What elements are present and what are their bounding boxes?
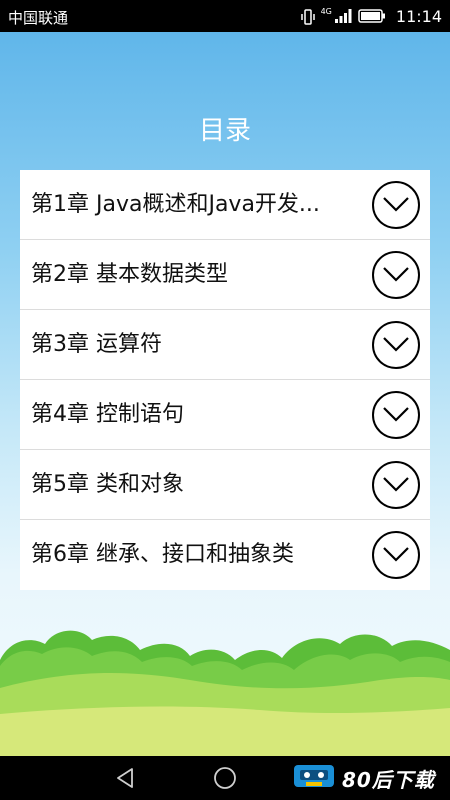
chevron-down-icon — [383, 547, 409, 562]
watermark-text: 80后下载 — [342, 767, 435, 792]
cassette-logo-icon — [292, 762, 336, 794]
watermark: 80后下载 — [292, 763, 435, 793]
status-icons: 4G 11:14 — [300, 6, 442, 26]
network-type-label: 4G — [320, 7, 332, 16]
chapter-item-5[interactable]: 第5章 类和对象 — [20, 450, 430, 520]
expand-button[interactable] — [372, 321, 420, 369]
chevron-down-icon — [383, 337, 409, 352]
chevron-down-icon — [383, 197, 409, 212]
signal-icon — [334, 8, 352, 24]
home-icon[interactable] — [213, 766, 237, 790]
chapter-item-2[interactable]: 第2章 基本数据类型 — [20, 240, 430, 310]
chapter-item-3[interactable]: 第3章 运算符 — [20, 310, 430, 380]
expand-button[interactable] — [372, 531, 420, 579]
app-content: 目录 第1章 Java概述和Java开发... 第2章 基本数据类型 第3章 运… — [0, 32, 450, 756]
chevron-down-icon — [383, 477, 409, 492]
chapter-label: 第1章 Java概述和Java开发... — [31, 192, 320, 217]
expand-button[interactable] — [372, 251, 420, 299]
chapter-label: 第3章 运算符 — [31, 332, 162, 357]
vibrate-icon — [300, 9, 315, 25]
chapter-item-4[interactable]: 第4章 控制语句 — [20, 380, 430, 450]
expand-button[interactable] — [372, 461, 420, 509]
page-title: 目录 — [198, 116, 251, 146]
back-icon[interactable] — [114, 767, 136, 789]
status-bar: 中国联通 4G 11:14 — [0, 0, 450, 32]
navigation-bar: 80后下载 — [0, 756, 450, 800]
landscape-illustration — [0, 610, 450, 756]
chapter-item-6[interactable]: 第6章 继承、接口和抽象类 — [20, 520, 430, 590]
chapter-label: 第5章 类和对象 — [31, 472, 184, 497]
chapter-list: 第1章 Java概述和Java开发... 第2章 基本数据类型 第3章 运算符 — [20, 170, 430, 590]
battery-icon — [358, 9, 386, 23]
expand-button[interactable] — [372, 181, 420, 229]
chapter-label: 第4章 控制语句 — [31, 402, 184, 427]
chapter-item-1[interactable]: 第1章 Java概述和Java开发... — [20, 170, 430, 240]
clock: 11:14 — [395, 6, 442, 26]
expand-button[interactable] — [372, 391, 420, 439]
chapter-label: 第2章 基本数据类型 — [31, 262, 228, 287]
chapter-label: 第6章 继承、接口和抽象类 — [31, 542, 294, 567]
chevron-down-icon — [383, 267, 409, 282]
phone-screen: 中国联通 4G 11:14 目录 第1章 Java概述和Java开发... 第2… — [0, 0, 450, 800]
chevron-down-icon — [383, 407, 409, 422]
carrier-name: 中国联通 — [8, 9, 69, 27]
